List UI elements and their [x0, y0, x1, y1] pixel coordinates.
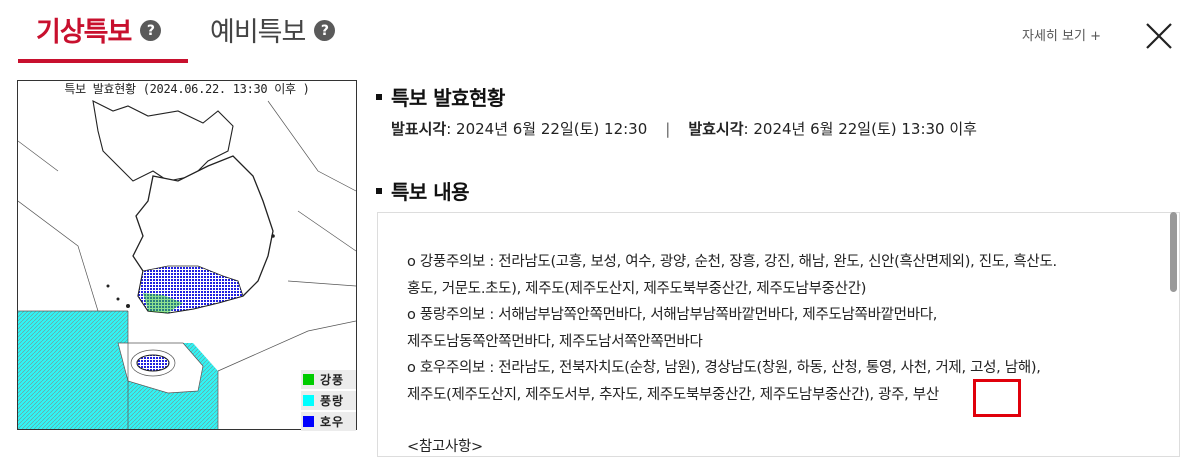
close-icon[interactable] [1144, 21, 1174, 51]
legend-swatch [303, 374, 314, 385]
issue-time-line: 발표시각 : 2024년 6월 22일(토) 12:30 | 발효시각 : 20… [391, 118, 977, 139]
tab-preliminary-label: 예비특보 [210, 17, 306, 48]
effective-value: : 2024년 6월 22일(토) 13:30 이후 [743, 120, 977, 138]
warning-content-text: o 강풍주의보 : 전라남도(고흥, 보성, 여수, 광양, 순천, 장흥, 강… [407, 249, 1159, 456]
island [271, 234, 275, 238]
content-section-title: 특보 내용 [376, 176, 470, 205]
scroll-thumb[interactable] [1170, 212, 1177, 292]
legend-label: 강풍 [320, 373, 345, 387]
content-line: o 풍랑주의보 : 서해남부남쪽안쪽먼바다, 서해남부남쪽바깥먼바다, 제주도남… [407, 307, 938, 323]
legend-label: 풍랑 [320, 394, 345, 408]
highlight-box [973, 379, 1021, 417]
legend-swatch [303, 395, 314, 406]
warning-map-panel: 특보 발효현황 (2024.06.22. 13:30 이후 ) 강풍 풍랑 호우 [17, 80, 357, 433]
tab-warnings[interactable]: 기상특보 ? [36, 10, 162, 49]
legend-item-rain: 호우 [301, 412, 356, 431]
jeju-island [136, 354, 170, 372]
content-line: o 강풍주의보 : 전라남도(고흥, 보성, 여수, 광양, 순천, 장흥, 강… [407, 254, 1057, 270]
bullet-icon [376, 187, 382, 194]
island [126, 304, 130, 308]
legend-item-wind: 강풍 [301, 370, 356, 389]
legend-item-wave: 풍랑 [301, 391, 356, 410]
reference-heading: <참고사항> [407, 439, 483, 455]
active-tab-indicator [18, 59, 188, 63]
sea-zone-southwest [18, 311, 128, 429]
content-line: 홍도, 거문도.초도), 제주도(제주도산지, 제주도북부중산간, 제주도남부중… [407, 280, 867, 297]
detail-link[interactable]: 자세히 보기 + [1022, 25, 1101, 44]
content-line: 제주도남동쪽안쪽먼바다, 제주도남서쪽안쪽먼바다 [407, 333, 703, 350]
tab-bar: 기상특보 ? 예비특보 ? 자세히 보기 + [0, 0, 1199, 64]
bullet-icon [376, 93, 382, 100]
separator: | [665, 119, 671, 138]
announce-value: : 2024년 6월 22일(토) 12:30 [446, 120, 648, 138]
help-icon[interactable]: ? [314, 20, 336, 41]
island [116, 297, 120, 301]
help-icon[interactable]: ? [140, 20, 162, 41]
legend-label: 호우 [320, 415, 345, 429]
status-section-title: 특보 발효현황 [376, 82, 505, 111]
effective-label: 발효시각 [688, 120, 744, 138]
island [106, 284, 110, 288]
legend-swatch [303, 416, 314, 427]
tab-preliminary[interactable]: 예비특보 ? [210, 10, 336, 49]
content-scrollbar[interactable] [1169, 212, 1179, 292]
tab-warnings-label: 기상특보 [36, 17, 132, 48]
content-section-title-text: 특보 내용 [391, 180, 470, 204]
map-title: 특보 발효현황 (2024.06.22. 13:30 이후 ) [64, 82, 310, 96]
map-legend: 강풍 풍랑 호우 [301, 370, 356, 433]
status-section-title-text: 특보 발효현황 [391, 86, 505, 110]
content-line: 제주도(제주도산지, 제주도서부, 추자도, 제주도북부중산간, 제주도남부중산… [407, 386, 939, 403]
warning-content-box[interactable]: o 강풍주의보 : 전라남도(고흥, 보성, 여수, 광양, 순천, 장흥, 강… [377, 212, 1180, 457]
content-line: o 호우주의보 : 전라남도, 전북자치도(순창, 남원), 경상남도(창원, … [407, 360, 1041, 376]
announce-label: 발표시각 [391, 120, 447, 138]
